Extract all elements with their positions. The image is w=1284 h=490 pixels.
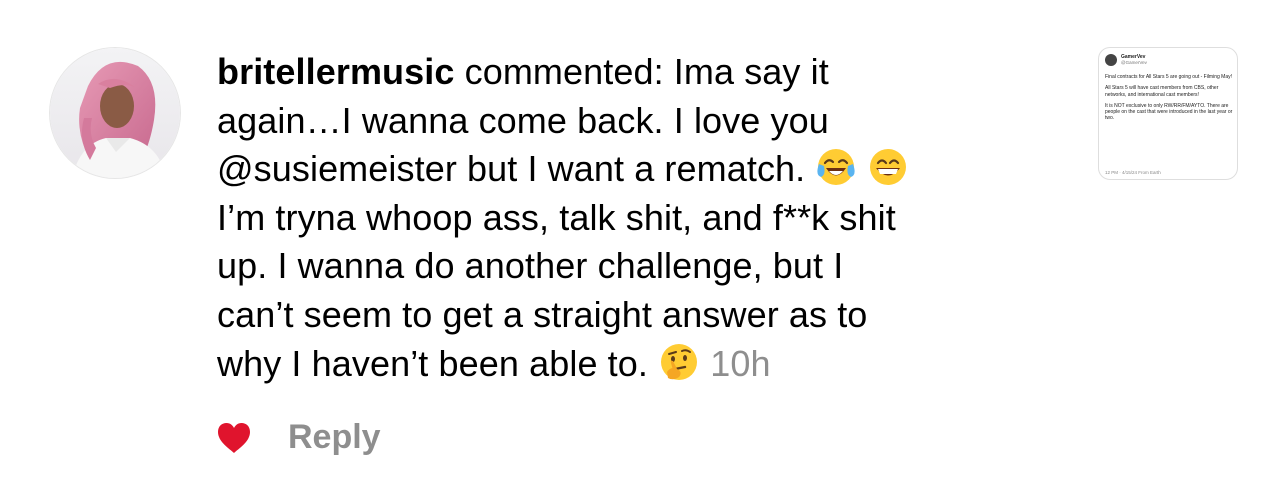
comment-line: @susiemeister but I want a rematch.	[217, 145, 1067, 194]
thumbnail-paragraph: It is NOT exclusive to only RW/RR/FM/AYT…	[1105, 102, 1233, 122]
post-thumbnail[interactable]: GamerVev @GamerVev Final contracts for A…	[1098, 47, 1238, 180]
username-link[interactable]: britellermusic	[217, 51, 455, 92]
avatar[interactable]	[50, 48, 180, 178]
comment-actions: Reply	[216, 418, 381, 457]
thumbnail-handle: @GamerVev	[1121, 60, 1147, 65]
thinking-face-emoji	[659, 342, 699, 382]
tears-of-joy-emoji	[816, 147, 856, 187]
comment-line: britellermusic commented: Ima say it	[217, 48, 1067, 97]
heart-icon[interactable]	[216, 421, 252, 455]
profile-photo	[50, 48, 180, 178]
thumbnail-paragraph: Final contracts for All Stars 5 are goin…	[1105, 74, 1232, 80]
reply-button[interactable]: Reply	[288, 418, 381, 457]
thumbnail-avatar	[1105, 54, 1117, 66]
comment-line: I’m tryna whoop ass, talk shit, and f**k…	[217, 196, 896, 238]
comment-line: again…I wanna come back. I love you	[217, 99, 829, 141]
comment-line: up. I wanna do another challenge, but I	[217, 245, 844, 287]
thumbnail-paragraph: All Stars 5 will have cast members from …	[1105, 85, 1219, 98]
timestamp: 10h	[710, 342, 771, 384]
comment-line: why I haven’t been able to. 10h	[217, 340, 1067, 389]
comment-segment: commented: Ima say it	[454, 51, 829, 92]
thumbnail-body: Final contracts for All Stars 5 are goin…	[1105, 74, 1233, 127]
grinning-face-emoji	[868, 147, 908, 187]
thumbnail-header: GamerVev @GamerVev	[1105, 54, 1147, 66]
comment-segment: why I haven’t been able to.	[217, 342, 659, 384]
comment-text: britellermusic commented: Ima say it aga…	[217, 48, 1067, 388]
thumbnail-meta: 12 PM · 4/15/24 From Earth	[1105, 170, 1161, 175]
comment-line: can’t seem to get a straight answer as t…	[217, 293, 868, 335]
comment-segment: @susiemeister but I want a rematch.	[217, 148, 816, 190]
